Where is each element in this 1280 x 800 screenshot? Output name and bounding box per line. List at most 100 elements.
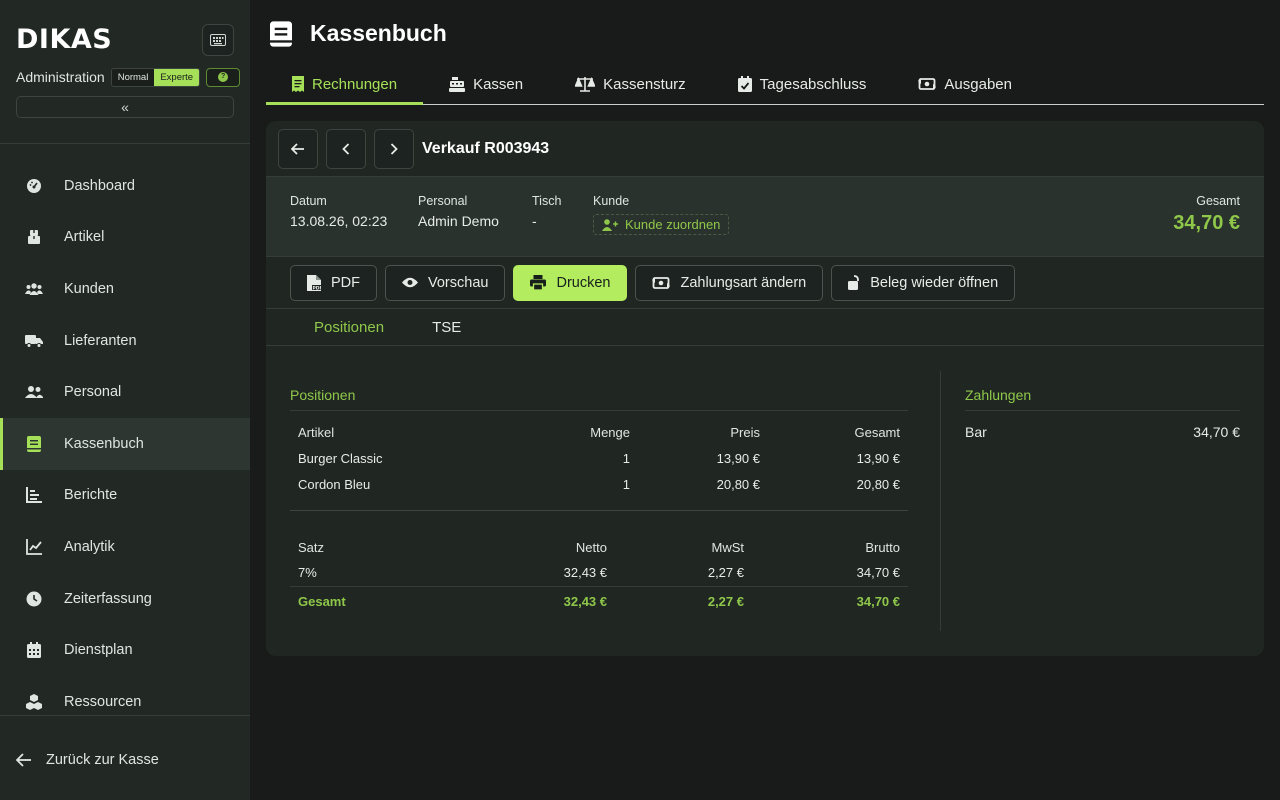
tax-total-row: Gesamt 32,43 € 2,27 € 34,70 € (290, 585, 908, 616)
svg-text:PDF: PDF (313, 285, 322, 291)
change-payment-button[interactable]: Zahlungsart ändern (635, 264, 824, 301)
tab-label: Rechnungen (312, 75, 398, 93)
sidebar-item-dashboard[interactable]: Dashboard (0, 160, 250, 212)
mode-normal-button[interactable]: Normal (111, 68, 155, 86)
previous-receipt-button[interactable] (326, 128, 366, 169)
tab-kassensturz[interactable]: Kassensturz (549, 64, 712, 104)
table-field: Tisch - (532, 194, 561, 229)
table-value: - (532, 213, 537, 229)
customer-label: Kunde (593, 194, 630, 208)
sidebar-item-dienstplan[interactable]: Dienstplan (0, 624, 250, 676)
tab-ausgaben[interactable]: Ausgaben (892, 64, 1038, 104)
calendar-icon (24, 640, 44, 660)
calendar-check-icon (737, 76, 752, 92)
collapse-sidebar-button[interactable]: « (16, 96, 234, 118)
tax-rate: 7% (298, 565, 317, 581)
reopen-receipt-button[interactable]: Beleg wieder öffnen (831, 264, 1016, 301)
sidebar-item-analytik[interactable]: Analytik (0, 521, 250, 573)
column-header: MwSt (711, 539, 745, 555)
sidebar-item-berichte[interactable]: Berichte (0, 470, 250, 522)
sidebar-item-kassenbuch[interactable]: Kassenbuch (0, 417, 250, 470)
truck-icon (24, 331, 44, 351)
action-bar: PDF PDF Vorschau Drucken Zahlungsart änd… (266, 257, 1264, 309)
item-total: 13,90 € (856, 450, 900, 466)
sidebar-item-ressourcen[interactable]: Ressourcen (0, 676, 250, 728)
tax-table: Satz Netto MwSt Brutto 7% 32,43 € 2,27 €… (290, 534, 908, 616)
table-header-row: Satz Netto MwSt Brutto (290, 534, 908, 560)
logo: DIKAS (16, 24, 113, 55)
assign-customer-button[interactable]: Kunde zuordnen (593, 214, 730, 235)
sidebar-item-kunden[interactable]: Kunden (0, 263, 250, 315)
column-header: Menge (590, 424, 630, 440)
chevron-left-icon (342, 142, 350, 155)
sidebar-item-label: Ressourcen (64, 693, 142, 710)
keyboard-button[interactable] (202, 24, 234, 56)
mode-expert-button[interactable]: Experte (154, 68, 200, 86)
money-exchange-icon (652, 276, 671, 290)
next-receipt-button[interactable] (374, 128, 414, 169)
sidebar-item-label: Artikel (64, 229, 105, 246)
item-price: 20,80 € (716, 476, 760, 492)
tab-positions[interactable]: Positionen (314, 319, 384, 336)
tax-gross: 34,70 € (856, 565, 900, 581)
sidebar-item-zeiterfassung[interactable]: Zeiterfassung (0, 573, 250, 625)
sidebar-item-label: Kunden (64, 280, 114, 297)
tab-rechnungen[interactable]: Rechnungen (266, 64, 424, 105)
tax-vat: 2,27 € (707, 565, 744, 581)
keyboard-icon (210, 34, 226, 46)
customer-field: Kunde Kunde zuordnen (593, 194, 730, 235)
pdf-label: PDF (331, 274, 360, 291)
back-button[interactable] (278, 128, 318, 169)
change-payment-label: Zahlungsart ändern (680, 274, 807, 291)
unlock-icon (848, 275, 860, 290)
tab-label: Kassen (473, 75, 524, 93)
payments-panel: Zahlungen Bar 34,70 € (965, 371, 1240, 440)
user-group-icon (24, 382, 44, 402)
cubes-icon (24, 692, 44, 712)
table-divider (290, 510, 908, 511)
back-to-register-link[interactable]: Zurück zur Kasse (16, 752, 159, 768)
preview-button[interactable]: Vorschau (385, 264, 506, 301)
table-row: 7% 32,43 € 2,27 € 34,70 € (290, 560, 908, 586)
sidebar-item-lieferanten[interactable]: Lieferanten (0, 315, 250, 367)
staff-label: Personal (418, 194, 468, 208)
page-title: Kassenbuch (310, 20, 447, 46)
sidebar-item-personal[interactable]: Personal (0, 366, 250, 418)
item-total: 20,80 € (856, 476, 900, 492)
tax-total-gross: 34,70 € (752, 585, 908, 616)
payment-amount: 34,70 € (1193, 424, 1240, 440)
table-label: Tisch (532, 194, 562, 208)
item-price: 13,90 € (716, 450, 760, 466)
total-label: Gesamt (1196, 194, 1240, 208)
table-row: Cordon Bleu 1 20,80 € 20,80 € (290, 471, 908, 497)
assign-customer-label: Kunde zuordnen (625, 217, 721, 232)
tax-net: 32,43 € (563, 565, 607, 581)
sidebar-item-label: Berichte (64, 487, 118, 504)
chevron-right-icon (390, 142, 398, 155)
double-chevron-left-icon: « (121, 99, 129, 115)
preview-label: Vorschau (428, 274, 489, 291)
help-button[interactable]: ? (206, 67, 241, 87)
item-name: Cordon Bleu (298, 476, 371, 492)
tab-tse[interactable]: TSE (432, 319, 461, 336)
pdf-button[interactable]: PDF PDF (290, 264, 377, 301)
receipt-info: Datum 13.08.26, 02:23 Personal Admin Dem… (266, 177, 1264, 257)
receipt-icon (292, 76, 304, 92)
tab-label: Kassensturz (603, 75, 686, 93)
sidebar-item-artikel[interactable]: Artikel (0, 212, 250, 264)
table-row: Burger Classic 1 13,90 € 13,90 € (290, 445, 908, 471)
receipt-card: Verkauf R003943 Datum 13.08.26, 02:23 Pe… (266, 121, 1264, 656)
tax-total-label: Gesamt (290, 585, 470, 616)
payment-method: Bar (965, 424, 987, 440)
date-label: Datum (290, 194, 327, 208)
print-button[interactable]: Drucken (513, 264, 628, 301)
table-header-row: Artikel Menge Preis Gesamt (290, 419, 908, 445)
tab-tagesabschluss[interactable]: Tagesabschluss (712, 64, 893, 104)
item-name: Burger Classic (298, 450, 383, 466)
column-header: Satz (298, 539, 325, 555)
tab-kassen[interactable]: Kassen (423, 64, 549, 104)
sidebar-item-label: Dashboard (64, 177, 135, 194)
arrow-left-icon (16, 753, 32, 767)
item-qty: 1 (622, 476, 630, 492)
column-header: Brutto (865, 539, 900, 555)
